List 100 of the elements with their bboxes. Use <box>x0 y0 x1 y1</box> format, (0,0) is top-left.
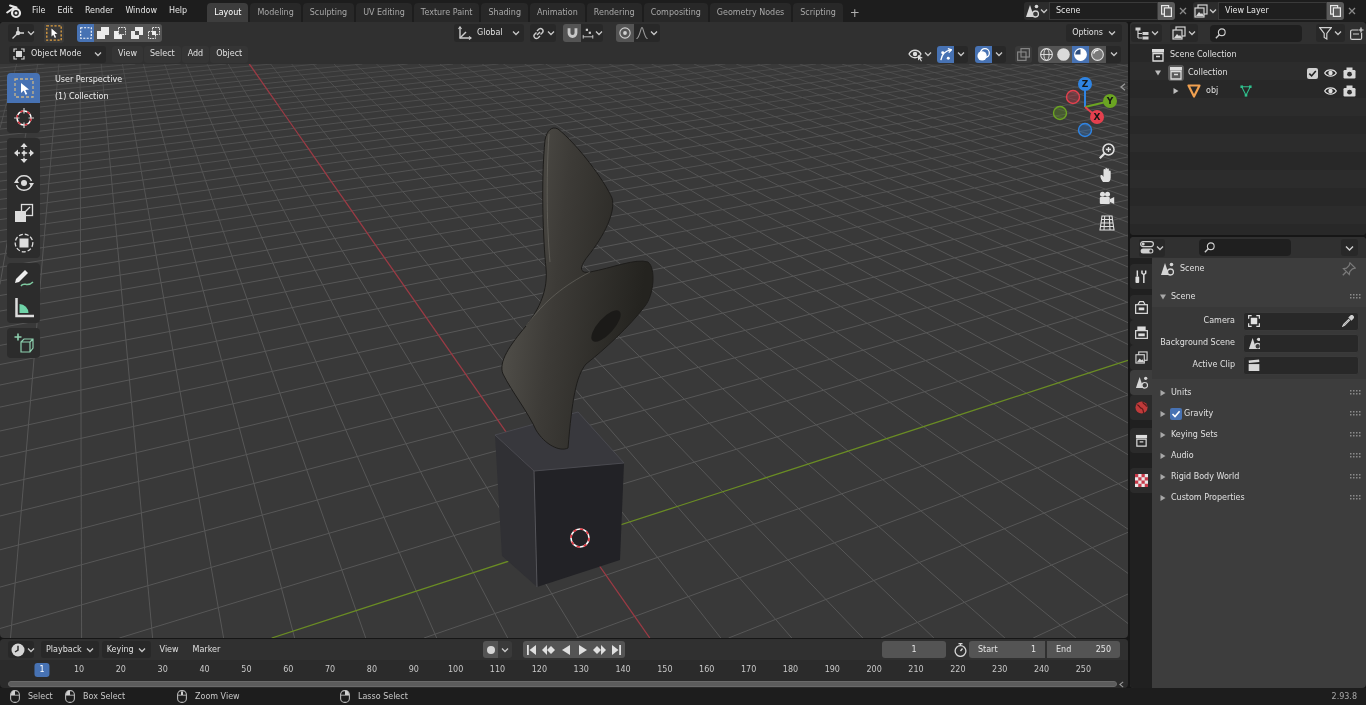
tool-button[interactable] <box>7 103 40 133</box>
disclosure-triangle-icon[interactable] <box>1160 431 1166 438</box>
eyedropper-icon[interactable] <box>1342 315 1354 327</box>
panel-header[interactable]: Audio <box>1171 451 1194 460</box>
axis-handle[interactable]: Y <box>1084 94 1117 108</box>
tool-button[interactable] <box>7 263 40 293</box>
panel-header[interactable]: Keying Sets <box>1171 430 1218 439</box>
movie-camera-icon[interactable] <box>1099 191 1115 207</box>
disclosure-triangle-icon[interactable] <box>1160 494 1166 501</box>
workspace-tab[interactable]: Sculpting <box>302 3 355 22</box>
axis-handle[interactable] <box>1065 89 1081 105</box>
shading-mode-button[interactable] <box>1038 45 1055 63</box>
disclosure-triangle-icon[interactable] <box>1160 410 1166 417</box>
chevron-left-icon[interactable] <box>1120 83 1126 91</box>
selection-mode-button[interactable] <box>111 24 128 42</box>
axis-handle[interactable] <box>1052 105 1068 121</box>
mode-dropdown[interactable]: Object Mode <box>9 45 106 63</box>
workspace-tab[interactable]: UV Editing <box>356 3 412 22</box>
selection-mode-button[interactable] <box>94 24 111 42</box>
editor-type-button[interactable] <box>8 24 34 42</box>
pin-icon[interactable] <box>1342 262 1356 276</box>
start-frame-field[interactable]: Start 1 <box>969 641 1045 658</box>
tree-item-label[interactable]: Scene Collection <box>1170 51 1237 59</box>
render-camera-icon[interactable] <box>1343 85 1356 97</box>
axis-handle[interactable] <box>1077 122 1093 138</box>
menu-item[interactable]: Edit <box>51 2 79 20</box>
menu-dropdown[interactable]: Playback <box>41 641 99 658</box>
disclosure-triangle-icon[interactable] <box>1160 473 1166 480</box>
workspace-tab[interactable]: Texture Paint <box>413 3 480 22</box>
current-frame-field[interactable]: 1 <box>882 641 946 658</box>
selection-mode-button[interactable] <box>145 24 162 42</box>
options-dropdown[interactable] <box>1341 239 1358 256</box>
tree-item-label[interactable]: Collection <box>1188 69 1228 77</box>
properties-tab[interactable] <box>1130 370 1152 395</box>
value-field[interactable] <box>1243 355 1359 375</box>
menu-item[interactable]: Select <box>144 45 181 63</box>
checkbox[interactable] <box>1170 407 1182 420</box>
axis-handle[interactable]: Z <box>1078 77 1092 108</box>
dropdown-button[interactable] <box>992 45 1006 63</box>
filter-dropdown[interactable] <box>1316 24 1345 42</box>
chevron-left-icon[interactable] <box>1119 680 1124 688</box>
workspace-tab[interactable]: Scripting <box>793 3 843 22</box>
add-workspace-button[interactable]: + <box>844 3 865 22</box>
menu-item[interactable]: Help <box>162 2 194 20</box>
3d-cursor-icon[interactable] <box>570 528 590 548</box>
workspace-tab[interactable]: Modeling <box>250 3 301 22</box>
mesh-object-icon[interactable] <box>1186 83 1202 99</box>
selection-mode-button[interactable] <box>77 24 94 42</box>
new-collection-icon[interactable] <box>1350 26 1364 40</box>
snap-target-dropdown[interactable] <box>581 24 603 42</box>
current-frame-marker[interactable]: 1 <box>34 663 50 677</box>
scrollbar[interactable] <box>8 681 1117 687</box>
close-icon[interactable] <box>1179 7 1187 15</box>
workspace-tab[interactable]: Geometry Nodes <box>709 3 792 22</box>
mesh-data-icon[interactable] <box>1240 85 1253 97</box>
tool-button[interactable] <box>7 293 40 323</box>
grid-icon[interactable] <box>1099 215 1115 231</box>
tool-button[interactable] <box>7 228 40 258</box>
collection-box-icon[interactable] <box>1150 47 1166 63</box>
value-field[interactable] <box>1243 311 1359 331</box>
eye-icon[interactable] <box>1324 68 1337 78</box>
panel-header[interactable]: Custom Properties <box>1171 493 1245 502</box>
tool-button[interactable] <box>7 328 40 358</box>
blender-logo-icon[interactable] <box>6 3 22 19</box>
viewport-toggle[interactable] <box>975 45 992 63</box>
workspace-tab[interactable]: Shading <box>481 3 528 22</box>
snap-toggle[interactable] <box>563 24 581 42</box>
menu-item[interactable]: Window <box>119 2 163 20</box>
editor-type-button[interactable] <box>1131 24 1162 42</box>
data-block-menu-button[interactable] <box>1193 2 1218 20</box>
value-field[interactable] <box>1243 333 1359 353</box>
editor-type-button[interactable] <box>8 641 34 658</box>
menu-item[interactable]: View <box>112 45 143 63</box>
viewport-toggle[interactable] <box>1015 45 1032 63</box>
dropdown-button[interactable] <box>1106 45 1121 63</box>
panel-header[interactable]: Rigid Body World <box>1171 472 1240 481</box>
menu-item[interactable]: Object <box>210 45 249 63</box>
collection-box-icon[interactable] <box>1168 65 1184 81</box>
display-mode-dropdown[interactable] <box>1170 24 1198 42</box>
menu-dropdown[interactable]: Keying <box>101 641 151 658</box>
workspace-tab[interactable]: Rendering <box>586 3 642 22</box>
proportional-edit-toggle[interactable] <box>616 24 634 42</box>
close-icon[interactable] <box>1348 7 1356 15</box>
menu-item[interactable]: File <box>26 2 52 20</box>
shading-mode-button[interactable] <box>1089 45 1106 63</box>
duplicate-button[interactable] <box>1158 2 1175 20</box>
selection-mode-button[interactable] <box>128 24 145 42</box>
tool-button[interactable] <box>7 138 40 168</box>
orientation-dropdown[interactable]: Global <box>454 24 524 42</box>
search-field[interactable] <box>1210 24 1302 42</box>
shading-mode-button[interactable] <box>1072 45 1089 63</box>
menu-item[interactable]: Marker <box>187 641 226 658</box>
disclosure-triangle-icon[interactable] <box>1160 293 1166 300</box>
falloff-dropdown[interactable] <box>634 24 660 42</box>
panel-header[interactable]: Units <box>1171 388 1192 397</box>
properties-tab[interactable] <box>1130 295 1152 320</box>
zoom-icon[interactable] <box>1099 143 1115 159</box>
properties-tab[interactable] <box>1130 264 1152 289</box>
disclosure-triangle-icon[interactable] <box>1160 389 1166 396</box>
data-block-menu-button[interactable] <box>1024 2 1049 20</box>
